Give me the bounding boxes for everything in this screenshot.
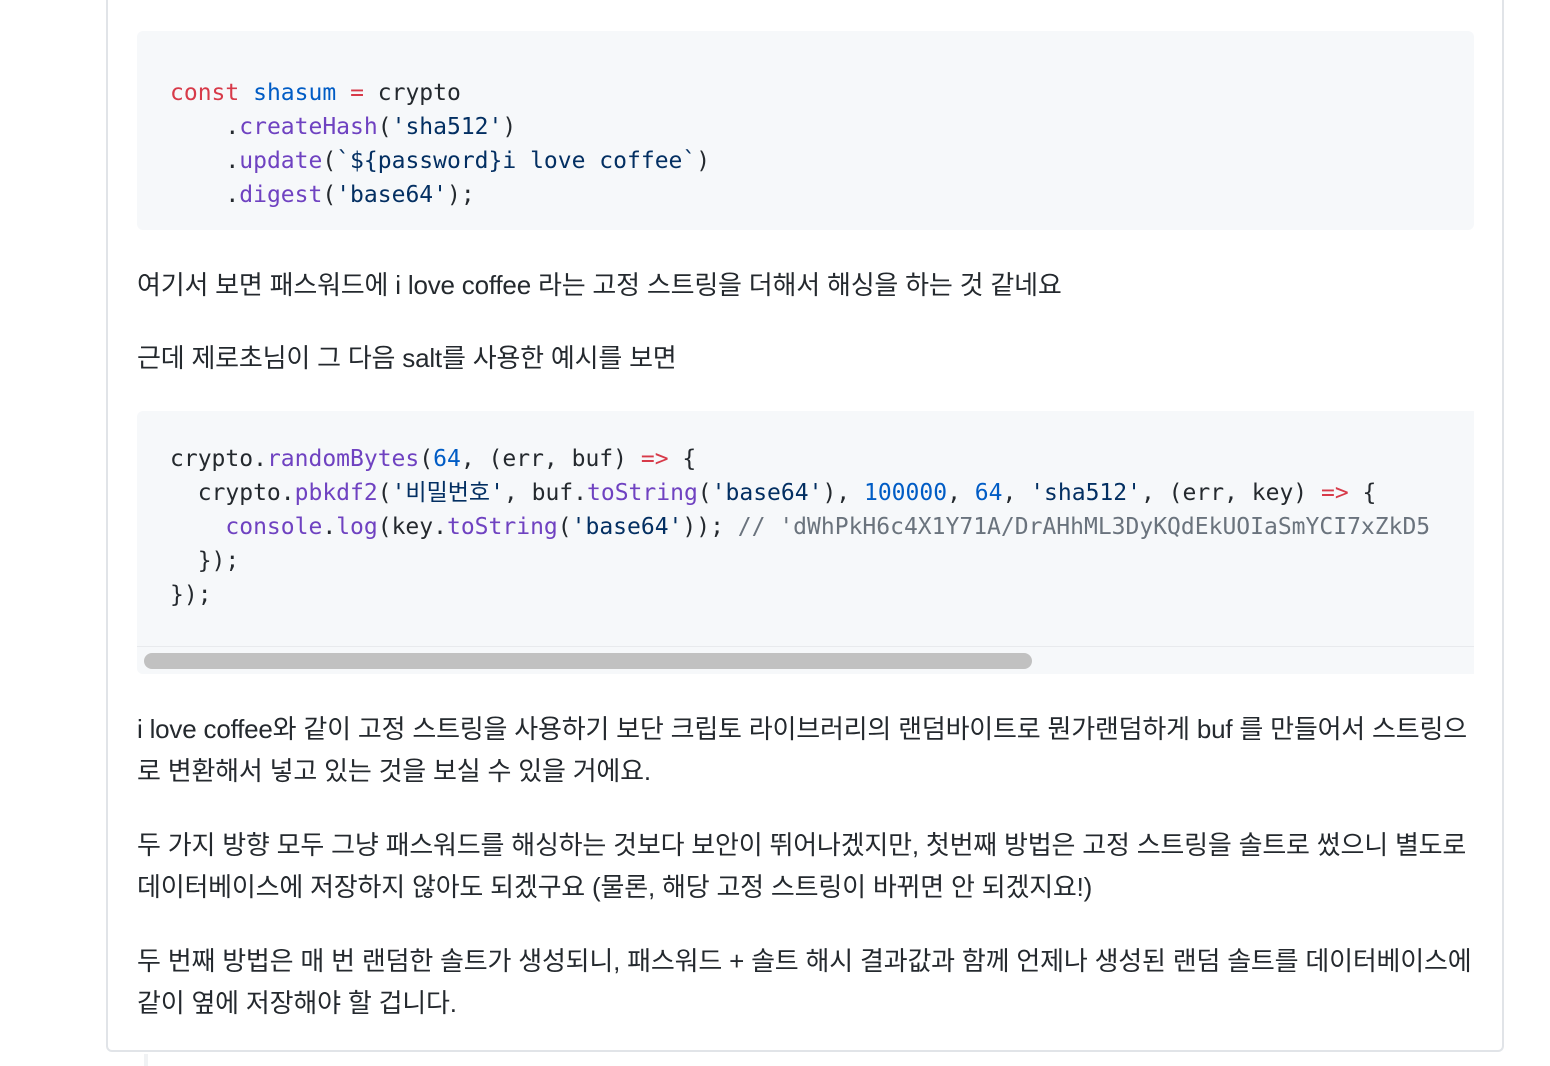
code-token: crypto [363,80,461,106]
code-token: log [336,514,378,540]
code-token: }); [170,582,212,608]
code-block-pbkdf2: crypto.randomBytes(64, (err, buf) => { c… [137,411,1474,674]
code-block-shasum: const shasum = crypto .createHash('sha51… [137,31,1474,230]
code-token: const [170,80,240,106]
paragraph-fixed-string: 여기서 보면 패스워드에 i love coffee 라는 고정 스트링을 더해… [137,270,1062,300]
code-token: 100000 [863,480,948,506]
code-token: // 'dWhPkH6c4X1Y71A/DrAHhML3DyKQdEkUOIaS… [737,514,1431,540]
code-token: shasum [253,80,337,106]
code-content: const shasum = crypto .createHash('sha51… [170,76,710,212]
scrollbar-thumb[interactable] [144,653,1032,669]
code-token: ), [822,480,864,506]
code-token: (key. [377,514,447,540]
paragraph-salt-example: 근데 제로초님이 그 다음 salt를 사용한 예시를 보면 [137,343,677,373]
code-token: 64 [974,480,1003,506]
code-token: ( [697,480,712,506]
paragraph-random-bytes: i love coffee와 같이 고정 스트링을 사용하기 보단 크립토 라이… [137,714,1467,786]
code-token: ); [446,182,475,208]
code-line: crypto.pbkdf2('비밀번호', buf.toString('base… [170,480,1377,506]
code-line: }); [170,548,240,574]
code-token: 'base64' [336,182,447,208]
code-token: 'base64' [711,480,823,506]
code-line: crypto.randomBytes(64, (err, buf) => { [170,446,696,472]
code-token: update [239,148,323,174]
code-line: console.log(key.toString('base64')); // … [170,514,1430,540]
code-token: , (err, buf) [460,446,641,472]
code-token: crypto. [170,446,267,472]
code-token: , buf. [503,480,588,506]
code-token: 'sha512' [391,114,503,140]
code-line: const shasum = crypto [170,80,461,106]
code-token: . [322,514,337,540]
code-token: toString [446,514,558,540]
horizontal-scrollbar[interactable] [137,646,1474,674]
code-token: digest [239,182,323,208]
code-line: .createHash('sha512') [170,114,516,140]
code-token: , [947,480,975,506]
code-line: .digest('base64'); [170,182,475,208]
code-token: { [668,446,697,472]
code-token: ( [377,114,392,140]
code-token: console [225,514,323,540]
code-token: , [1002,480,1031,506]
code-token: . [170,114,240,140]
paragraph-comparison: 두 가지 방향 모두 그냥 패스워드를 해싱하는 것보다 보안이 뛰어나겠지만,… [137,830,1467,902]
code-token: createHash [239,114,378,140]
code-token: , (err, key) [1140,480,1321,506]
code-token: ) [696,148,711,174]
code-token: ) [502,114,517,140]
code-token: ( [377,480,392,506]
code-token: pbkdf2 [294,480,378,506]
code-token: '비밀번호' [391,480,504,506]
code-token: . [170,148,240,174]
code-token: { [1348,480,1377,506]
code-token: 'base64' [571,514,683,540]
thread-connector [144,1054,148,1066]
paragraph-second-method: 두 번째 방법은 매 번 랜덤한 솔트가 생성되니, 패스워드 + 솔트 해시 … [137,946,1472,1018]
code-token: )); [682,514,738,540]
code-token: ( [419,446,434,472]
code-token: 'sha512' [1030,480,1141,506]
code-token: toString [587,480,698,506]
code-token: ( [322,148,337,174]
code-token: = [350,80,364,106]
code-content: crypto.randomBytes(64, (err, buf) => { c… [170,442,1430,612]
code-token: randomBytes [266,446,420,472]
code-line: .update(`${password}i love coffee`) [170,148,710,174]
code-token: 64 [433,446,461,472]
code-token: => [1320,480,1349,506]
code-token: . [170,182,240,208]
code-token: crypto. [170,480,295,506]
code-token: => [640,446,669,472]
code-token: ( [557,514,572,540]
code-token: ( [322,182,337,208]
code-token: }); [170,548,240,574]
code-token: `${password}i love coffee` [336,148,697,174]
code-line: }); [170,582,212,608]
